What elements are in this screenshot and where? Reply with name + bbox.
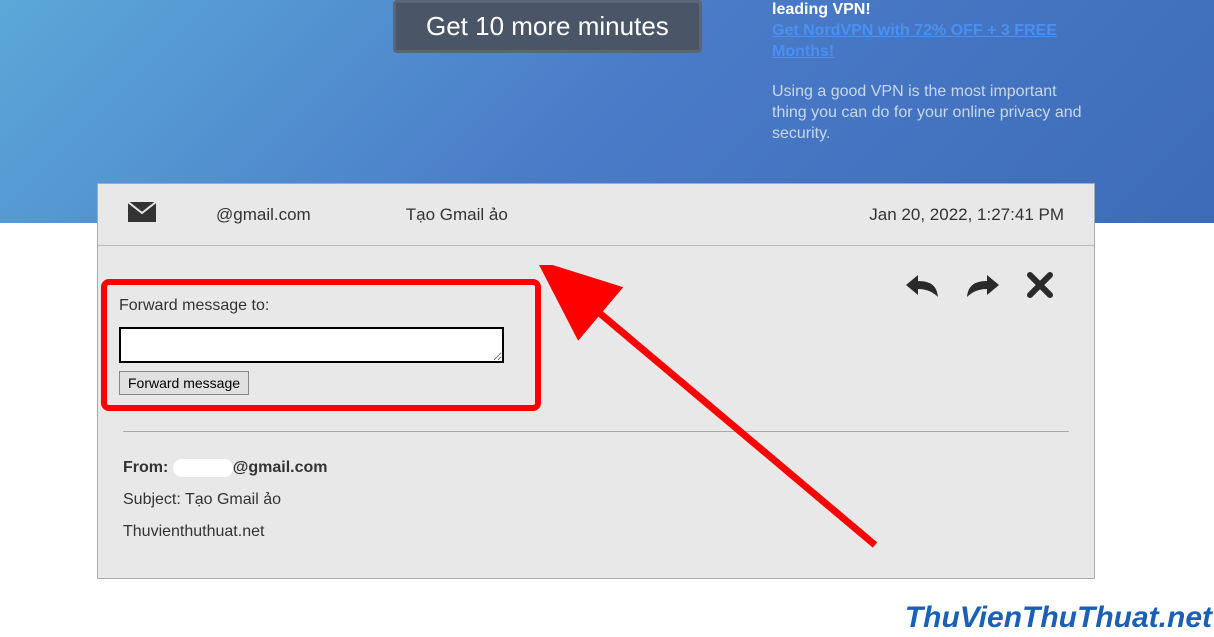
reply-icon[interactable] — [904, 271, 940, 299]
divider — [123, 431, 1069, 432]
email-header-date: Jan 20, 2022, 1:27:41 PM — [869, 205, 1064, 225]
email-header-from: @gmail.com — [216, 205, 311, 225]
forward-to-input[interactable] — [119, 327, 504, 363]
vpn-leading-text: leading VPN! — [772, 0, 1082, 21]
message-info: From: @gmail.com Subject: Tạo Gmail ảo T… — [123, 452, 1069, 548]
close-icon[interactable] — [1026, 271, 1054, 299]
email-container: @gmail.com Tạo Gmail ảo Jan 20, 2022, 1:… — [97, 183, 1095, 579]
message-content: Thuvienthuthuat.net — [123, 516, 1069, 548]
from-label: From: — [123, 459, 168, 476]
forward-message-box: Forward message to: Forward message — [101, 279, 541, 411]
watermark: ThuVienThuThuat.net — [905, 601, 1212, 635]
from-redacted — [173, 459, 233, 477]
forward-message-button[interactable]: Forward message — [119, 371, 249, 395]
forward-label: Forward message to: — [119, 297, 523, 315]
get-more-minutes-button[interactable]: Get 10 more minutes — [393, 0, 702, 53]
forward-icon[interactable] — [965, 271, 1001, 299]
email-header-subject: Tạo Gmail ảo — [406, 205, 870, 225]
vpn-promo: leading VPN! Get NordVPN with 72% OFF + … — [772, 0, 1082, 145]
vpn-offer-link[interactable]: Get NordVPN with 72% OFF + 3 FREE Months… — [772, 21, 1082, 63]
from-domain: @gmail.com — [233, 459, 328, 476]
vpn-info-text: Using a good VPN is the most important t… — [772, 82, 1082, 144]
email-body: Forward message to: Forward message From… — [98, 246, 1094, 578]
email-header: @gmail.com Tạo Gmail ảo Jan 20, 2022, 1:… — [98, 184, 1094, 246]
subject-line: Subject: Tạo Gmail ảo — [123, 484, 1069, 516]
envelope-icon — [128, 202, 156, 227]
